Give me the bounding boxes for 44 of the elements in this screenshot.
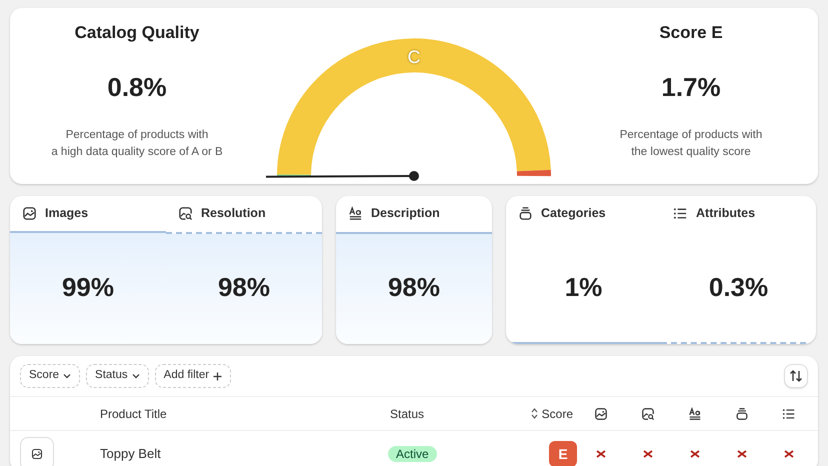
plus-icon	[213, 372, 222, 380]
product-title[interactable]: Toppy Belt	[100, 446, 161, 462]
score-badge: E	[549, 441, 577, 466]
card-title: Catalog Quality	[74, 22, 200, 44]
filter-button[interactable]: Status	[86, 364, 149, 388]
column-header: Product Title	[100, 406, 167, 420]
metric-value: 0.3%	[708, 270, 768, 304]
chevron-down-icon	[63, 372, 72, 380]
sort-icon	[530, 408, 538, 419]
metric-caption: Percentage of products with a high data quality score of A or B	[51, 128, 223, 160]
metric-label: Description	[371, 204, 440, 222]
metric-label: Images	[45, 204, 88, 222]
sort-icon	[789, 369, 803, 383]
gauge-segment	[516, 170, 551, 176]
stack-icon	[734, 406, 748, 420]
image-search-icon	[640, 406, 654, 420]
filter-button[interactable]: Add filter	[154, 364, 232, 388]
metric-value: 98%	[218, 270, 270, 304]
list-icon	[782, 406, 796, 420]
text-format-icon	[688, 406, 702, 420]
metric-value: 99%	[62, 270, 114, 304]
card-title: Score E	[659, 22, 723, 44]
gauge-grade: C	[408, 48, 420, 66]
metric-value: 0.8%	[107, 70, 167, 104]
metric-label: Categories	[541, 204, 606, 222]
image-icon	[22, 206, 37, 220]
status-badge: Active	[388, 446, 437, 462]
sort-button[interactable]	[784, 364, 808, 388]
metric-label: Resolution	[201, 204, 266, 222]
list-icon	[673, 206, 688, 220]
stack-icon	[518, 206, 533, 220]
chevron-down-icon	[132, 372, 140, 380]
metric-value: 1.7%	[661, 70, 721, 104]
metric-value: 1%	[564, 270, 602, 304]
column-header: Status	[390, 406, 424, 420]
image-icon	[594, 406, 608, 420]
image-search-icon	[178, 206, 193, 220]
image-icon	[31, 448, 43, 460]
metric-value: 98%	[388, 270, 440, 304]
column-header[interactable]: Score	[542, 404, 573, 422]
metric-caption: Percentage of products with the lowest quality score	[620, 128, 762, 160]
metric-label: Attributes	[696, 204, 756, 222]
text-format-icon	[348, 206, 363, 220]
filter-button[interactable]: Score	[20, 364, 80, 388]
